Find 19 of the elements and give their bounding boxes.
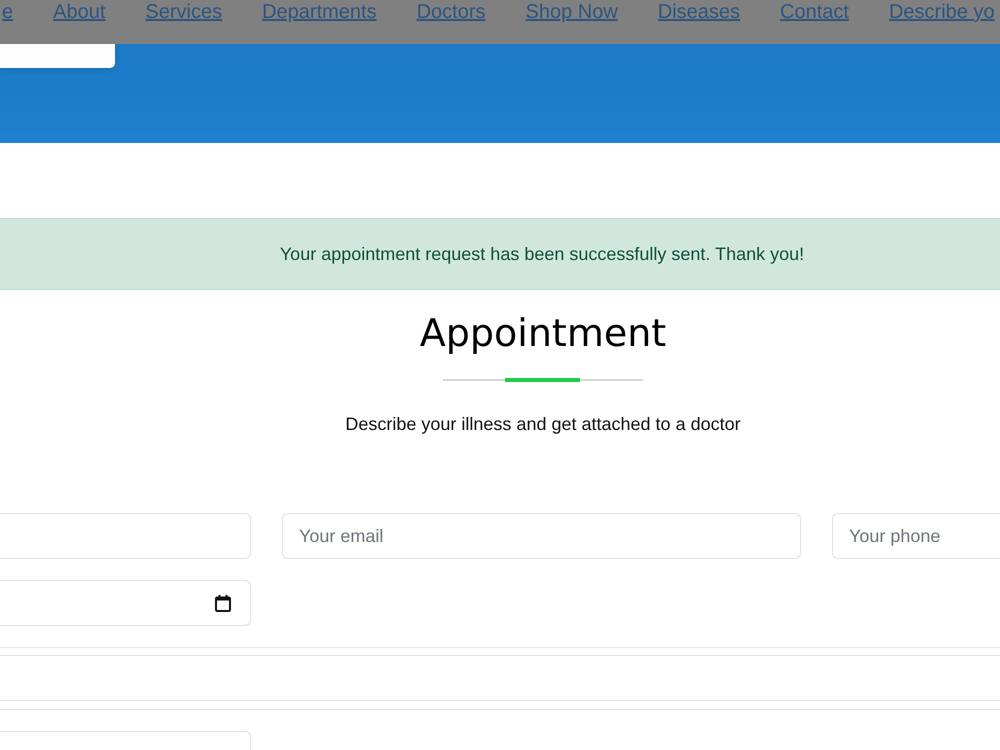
section-title: Appointment xyxy=(420,310,666,357)
input-field[interactable] xyxy=(0,655,1000,701)
input-field[interactable]: Your email xyxy=(282,513,801,559)
nav-link[interactable]: Doctors xyxy=(416,1,486,23)
alert-message: Your appointment request has been successfully sent. Thank you! xyxy=(280,244,804,264)
nav-link[interactable]: Services xyxy=(145,1,222,23)
input-field[interactable] xyxy=(0,731,251,750)
nav-link[interactable]: Departments xyxy=(262,1,377,23)
section-subtitle: Describe your illness and get attached to a doctor xyxy=(345,413,741,436)
input-field[interactable] xyxy=(0,513,251,559)
calendar-icon[interactable] xyxy=(215,594,231,612)
nav-link[interactable]: Describe yo xyxy=(888,1,995,23)
date-field[interactable] xyxy=(0,580,251,626)
nav-link[interactable]: About xyxy=(53,1,106,23)
nav-link[interactable]: Shop Now xyxy=(526,1,618,23)
input-field[interactable]: Your phone xyxy=(832,513,1000,559)
nav-link[interactable]: Diseases xyxy=(658,1,740,23)
nav-link[interactable]: e xyxy=(2,1,14,23)
nav-link[interactable]: Contact xyxy=(780,1,849,23)
